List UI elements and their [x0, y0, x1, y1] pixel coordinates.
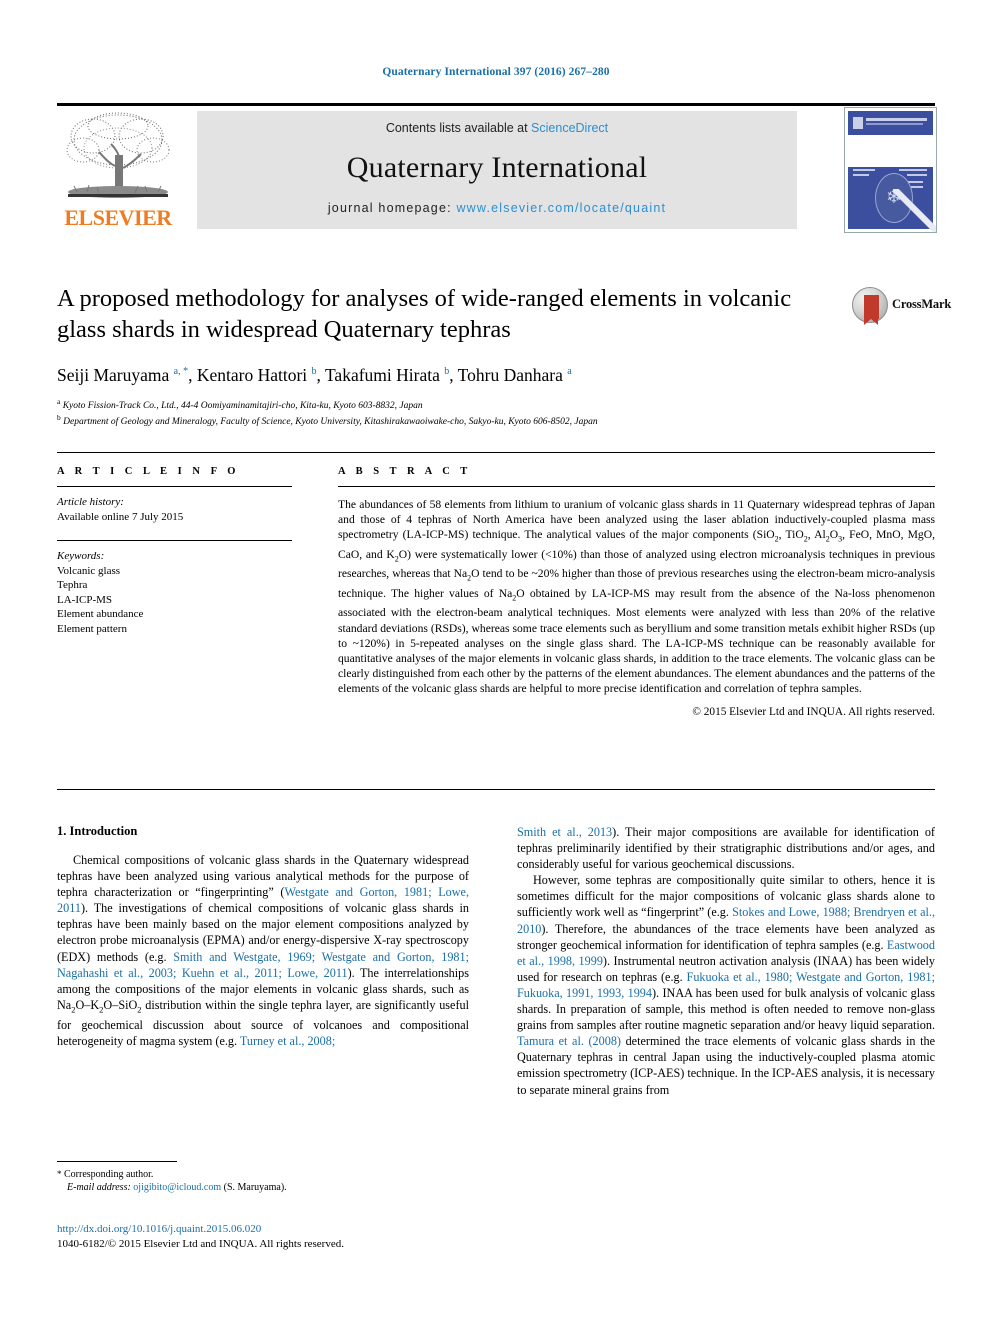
cover-subtitle-bar [866, 123, 923, 125]
cover-text-line [911, 186, 923, 188]
cover-text-line [853, 169, 875, 171]
author-list: Seiji Maruyama a, *, Kentaro Hattori b, … [57, 364, 572, 385]
asterisk-icon: * [57, 1169, 62, 1179]
email-line: E-mail address: ojigibito@icloud.com (S.… [57, 1181, 469, 1194]
affiliation-b: b Department of Geology and Mineralogy, … [57, 413, 598, 428]
contents-lists-line: Contents lists available at ScienceDirec… [197, 121, 797, 135]
issn-copyright-line: 1040-6182/© 2015 Elsevier Ltd and INQUA.… [57, 1237, 344, 1250]
corresponding-author-line: * Corresponding author. [57, 1168, 469, 1181]
cover-diagonal-stripe [893, 189, 936, 232]
article-history-label: Article history: [57, 496, 124, 508]
crossmark-label: CrossMark [892, 297, 952, 311]
contents-prefix: Contents lists available at [385, 121, 532, 135]
abstract-rule [338, 486, 935, 487]
elsevier-tree-icon [66, 112, 170, 198]
crossmark-ribbon-icon [864, 295, 879, 325]
affiliation-a-text: Kyoto Fission-Track Co., Ltd., 44-4 Oomi… [62, 400, 423, 411]
article-history-value: Available online 7 July 2015 [57, 510, 184, 523]
running-head: Quaternary International 397 (2016) 267–… [382, 66, 610, 78]
page-title: A proposed methodology for analyses of w… [57, 285, 792, 343]
keyword-item: Element abundance [57, 608, 144, 620]
sciencedirect-link[interactable]: ScienceDirect [531, 121, 608, 135]
article-info-heading: A R T I C L E I N F O [57, 466, 240, 477]
doi-link[interactable]: http://dx.doi.org/10.1016/j.quaint.2015.… [57, 1222, 487, 1237]
cover-text-line [899, 169, 927, 171]
cover-text-line [907, 174, 927, 176]
cover-top-bar [850, 113, 931, 133]
intro-paragraph-right-2: However, some tephras are compositionall… [517, 873, 935, 1097]
corresponding-author-text: Corresponding author. [64, 1169, 154, 1180]
cover-background: ❄ [848, 111, 936, 232]
paper-page: Quaternary International 397 (2016) 267–… [0, 0, 992, 1323]
masthead-banner: Contents lists available at ScienceDirec… [197, 111, 797, 229]
article-history-group: Article history: Available online 7 July… [57, 495, 292, 524]
journal-title: Quaternary International [346, 151, 648, 184]
keywords-group: Keywords: Volcanic glass Tephra LA-ICP-M… [57, 549, 292, 636]
footer-doi-block: http://dx.doi.org/10.1016/j.quaint.2015.… [57, 1222, 487, 1251]
elsevier-wordmark: ELSEVIER [64, 205, 172, 230]
intro-paragraph-right-1: Smith et al., 2013). Their major composi… [517, 825, 935, 872]
journal-homepage-line: journal homepage: www.elsevier.com/locat… [197, 201, 797, 215]
article-info-rule [57, 486, 292, 487]
journal-cover-thumbnail: ❄ [844, 107, 937, 233]
homepage-prefix: journal homepage: [327, 201, 457, 215]
masthead-top-rule [57, 103, 935, 106]
keywords-rule [57, 540, 292, 541]
elsevier-logo: ELSEVIER [59, 110, 177, 232]
cover-text-line [853, 174, 869, 176]
email-owner: (S. Maruyama). [223, 1182, 287, 1193]
footnote-rule [57, 1161, 177, 1162]
section-title-introduction: 1. Introduction [57, 824, 138, 838]
body-column-right: Smith et al., 2013). Their major composi… [517, 824, 935, 1098]
email-link[interactable]: ojigibito@icloud.com [133, 1182, 221, 1193]
body-column-left: 1. Introduction Chemical compositions of… [57, 824, 469, 1050]
cover-logo-box [853, 117, 863, 129]
abstract-panel-bottom-rule [57, 789, 935, 790]
homepage-url-link[interactable]: www.elsevier.com/locate/quaint [456, 201, 666, 215]
abstract-body: The abundances of 58 elements from lithi… [338, 498, 936, 696]
footnote-block: * Corresponding author. E-mail address: … [57, 1168, 469, 1194]
keyword-item: Element pattern [57, 622, 127, 635]
cover-title-bar [866, 118, 927, 121]
abstract-heading: A B S T R A C T [338, 466, 472, 477]
article-info-column: A R T I C L E I N F O Article history: A… [57, 466, 292, 636]
cover-white-band [848, 135, 933, 167]
title-block: A proposed methodology for analyses of w… [57, 283, 817, 429]
affiliation-list: a Kyoto Fission-Track Co., Ltd., 44-4 Oo… [57, 396, 817, 429]
affiliation-b-text: Department of Geology and Mineralogy, Fa… [63, 417, 598, 428]
keyword-item: Tephra [57, 579, 88, 591]
journal-masthead: ELSEVIER Contents lists available at Sci… [57, 103, 937, 233]
intro-paragraph-left: Chemical compositions of volcanic glass … [57, 853, 470, 1049]
crossmark-circle-icon [852, 287, 888, 325]
abstract-copyright: © 2015 Elsevier Ltd and INQUA. All right… [692, 705, 935, 718]
abstract-column: A B S T R A C T The abundances of 58 ele… [338, 466, 935, 718]
affiliation-a: a Kyoto Fission-Track Co., Ltd., 44-4 Oo… [57, 396, 423, 411]
keyword-item: LA-ICP-MS [57, 593, 113, 606]
keywords-label: Keywords: [57, 550, 105, 562]
crossmark-badge[interactable]: CrossMark [852, 284, 951, 326]
abstract-panel-top-rule [57, 452, 935, 453]
email-label: E-mail address: [67, 1182, 131, 1193]
keyword-item: Volcanic glass [57, 564, 121, 577]
